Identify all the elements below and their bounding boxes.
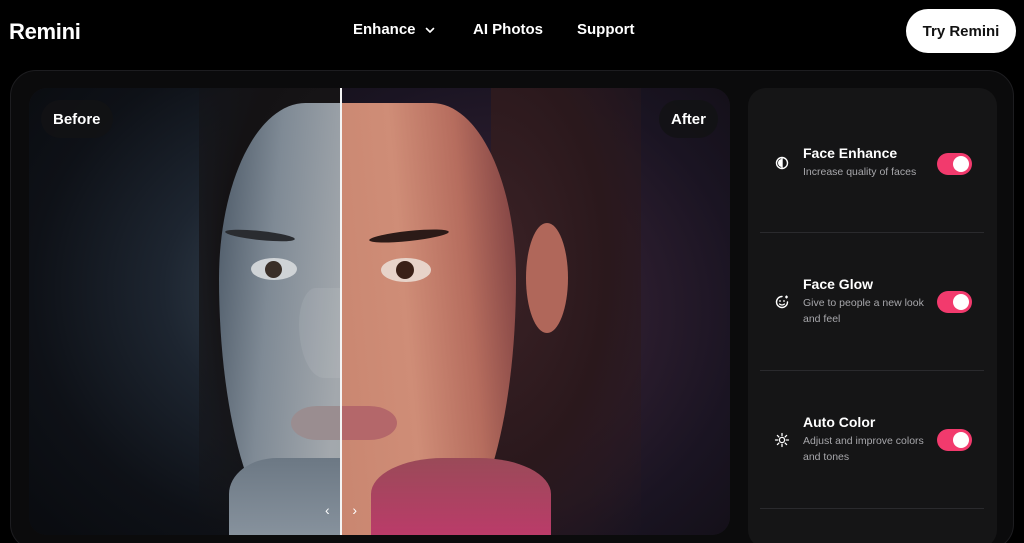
auto-color-toggle[interactable]: [937, 429, 972, 451]
option-title: Face Glow: [803, 276, 874, 292]
enhancement-options-panel: Face Enhance Increase quality of faces F…: [748, 88, 997, 543]
face-glow-icon: [775, 295, 789, 309]
nav-ai-photos[interactable]: AI Photos: [473, 21, 543, 38]
divider: [760, 232, 984, 233]
option-description: Increase quality of faces: [803, 166, 917, 178]
nav-support[interactable]: Support: [577, 21, 635, 38]
before-label: Before: [41, 100, 113, 138]
option-description: Adjust and improve colors and tones: [803, 435, 924, 463]
before-after-comparison[interactable]: ‹ › Before After: [29, 88, 730, 535]
neck-shape: [371, 458, 551, 535]
chevron-right-icon: ›: [352, 502, 357, 518]
divider: [760, 508, 984, 509]
option-title: Auto Color: [803, 414, 876, 430]
face-glow-toggle[interactable]: [937, 291, 972, 313]
option-title: Face Enhance: [803, 145, 898, 161]
auto-color-icon: [774, 432, 790, 448]
option-description: Give to people a new look and feel: [803, 297, 924, 325]
eye: [381, 258, 431, 282]
nav-enhance[interactable]: Enhance: [353, 21, 435, 38]
lips: [291, 406, 343, 440]
chevron-left-icon: ‹: [325, 502, 330, 518]
neck-shape: [229, 458, 349, 535]
remini-logo[interactable]: Remini: [9, 19, 81, 45]
face-enhance-toggle[interactable]: [937, 153, 972, 175]
lips: [341, 406, 397, 440]
divider: [760, 370, 984, 371]
before-image: [29, 88, 399, 535]
nav-enhance-label: Enhance: [353, 21, 416, 38]
try-remini-button[interactable]: Try Remini: [906, 9, 1016, 53]
comparison-divider[interactable]: [340, 88, 342, 535]
face-enhance-icon: [775, 156, 789, 170]
after-image: [341, 88, 730, 535]
after-label: After: [658, 100, 718, 138]
top-header: Remini Enhance AI Photos Support Try Rem…: [0, 0, 1024, 64]
ear-shape: [526, 223, 568, 333]
drag-handle[interactable]: ‹ ›: [325, 501, 357, 519]
chevron-down-icon: [425, 27, 434, 33]
eye: [251, 258, 297, 280]
